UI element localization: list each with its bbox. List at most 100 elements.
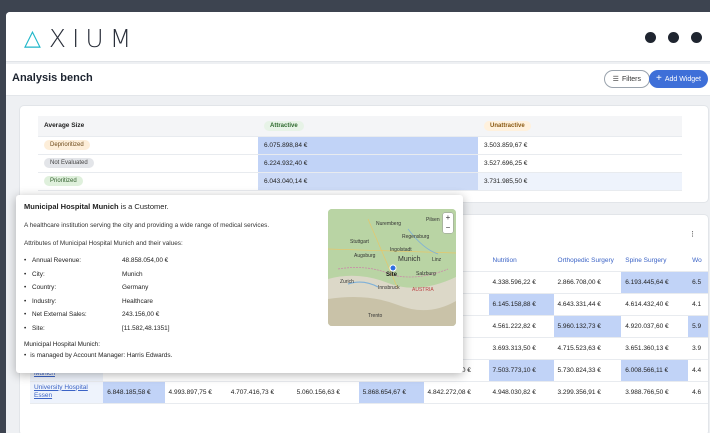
attribute-key: City: bbox=[32, 270, 45, 278]
filter-lines-icon: ☰ bbox=[612, 76, 619, 83]
map-zoom-control: + − bbox=[443, 213, 453, 233]
managed-by-text: is managed by Account Manager: Harris Ed… bbox=[30, 352, 173, 359]
table-cell[interactable]: 3.651.360,13 € bbox=[621, 337, 689, 360]
add-widget-button[interactable]: + Add Widget bbox=[648, 70, 708, 88]
table-cell[interactable]: 4.842.272,08 € bbox=[423, 381, 489, 404]
attribute-value: Munich bbox=[122, 270, 143, 278]
map-label: Nuremberg bbox=[376, 221, 402, 227]
average-size-widget: Average Size Attractive Unattractive Dep… bbox=[20, 106, 708, 202]
table-cell[interactable]: 7.503.773,10 € bbox=[488, 359, 554, 382]
map-label: Regensburg bbox=[402, 234, 430, 240]
dot bbox=[645, 32, 656, 43]
attribute-value: 243.156,00 € bbox=[122, 311, 160, 319]
table-cell[interactable]: 6.848.185,58 € bbox=[103, 381, 165, 404]
attractive-badge: Attractive bbox=[264, 120, 304, 131]
map-label: Linz bbox=[432, 257, 442, 263]
top-bar: △ XIUM bbox=[6, 12, 710, 62]
table-cell[interactable]: 6.145.158,88 € bbox=[488, 293, 554, 316]
map-label: Pilsen bbox=[426, 217, 440, 223]
table-cell[interactable]: 4.6 bbox=[688, 381, 708, 404]
dot bbox=[668, 32, 679, 43]
column-header[interactable]: Orthopedic Surgery bbox=[553, 251, 622, 272]
table-cell[interactable]: 3.988.766,50 € bbox=[621, 381, 689, 404]
table-cell[interactable]: 4.715.523,63 € bbox=[553, 337, 622, 360]
map-label: Innsbruck bbox=[378, 285, 400, 291]
widget-menu-icon[interactable]: ⁝ bbox=[691, 229, 694, 240]
table-cell[interactable]: 4.614.432,40 € bbox=[621, 293, 689, 316]
logo-text: XIUM bbox=[48, 24, 138, 53]
app-logo[interactable]: △ XIUM bbox=[24, 24, 137, 53]
table-cell[interactable]: 6.193.445,64 € bbox=[621, 271, 689, 294]
column-header[interactable]: Nutrition bbox=[488, 251, 554, 272]
table-cell[interactable]: 6.008.566,11 € bbox=[621, 359, 689, 382]
attribute-value: Germany bbox=[122, 284, 149, 292]
site-marker-label: Site bbox=[386, 272, 398, 278]
more-menu-dots-icon[interactable] bbox=[645, 32, 702, 43]
table-cell[interactable]: 3.503.859,67 € bbox=[478, 136, 682, 155]
row-label: Deprioritized bbox=[38, 136, 258, 155]
table-cell[interactable]: 4.643.331,44 € bbox=[553, 293, 622, 316]
plus-icon: + bbox=[655, 73, 662, 84]
attribute-key: Country: bbox=[32, 284, 57, 292]
table-cell[interactable]: 4.948.030,82 € bbox=[488, 381, 554, 404]
column-header: Attractive bbox=[258, 116, 478, 137]
table-cell[interactable]: 6.224.932,40 € bbox=[258, 154, 478, 173]
zoom-out-button[interactable]: − bbox=[443, 223, 453, 233]
map-label: Zurich bbox=[340, 279, 354, 285]
add-widget-label: Add Widget bbox=[664, 75, 701, 83]
site-marker-icon[interactable] bbox=[389, 264, 397, 272]
table-cell[interactable]: 4.4 bbox=[688, 359, 708, 382]
table-header-row: Average Size Attractive Unattractive bbox=[38, 116, 682, 137]
row-link-university-hospital-essen[interactable]: University Hospital Essen bbox=[30, 381, 104, 404]
attribute-value: Healthcare bbox=[122, 297, 153, 305]
zoom-in-button[interactable]: + bbox=[443, 213, 453, 223]
page-title: Analysis bench bbox=[12, 72, 93, 84]
unattractive-badge: Unattractive bbox=[484, 120, 531, 131]
attribute-value: 48.858.054,00 € bbox=[122, 257, 169, 265]
filters-button[interactable]: ☰ Filters bbox=[603, 70, 650, 88]
column-header[interactable]: Wo bbox=[688, 251, 708, 272]
table-cell[interactable]: 4.707.416,73 € bbox=[226, 381, 293, 404]
table-row: Deprioritized 6.075.898,84 € 3.503.859,6… bbox=[38, 136, 682, 155]
table-cell[interactable]: 4.993.897,75 € bbox=[164, 381, 227, 404]
table-cell[interactable]: 6.043.040,14 € bbox=[258, 172, 478, 191]
table-cell[interactable]: 3.731.985,50 € bbox=[478, 172, 682, 191]
table-cell[interactable]: 5.730.824,33 € bbox=[553, 359, 622, 382]
table-cell[interactable]: 3.9 bbox=[688, 337, 708, 360]
table-cell[interactable]: 5.060.156,63 € bbox=[292, 381, 359, 404]
bench-header: Analysis bench ☰ Filters + Add Widget bbox=[6, 64, 710, 96]
table-cell[interactable]: 4.561.222,82 € bbox=[488, 315, 554, 338]
table-cell[interactable]: 4.920.037,60 € bbox=[621, 315, 689, 338]
table-cell[interactable]: 3.693.313,50 € bbox=[488, 337, 554, 360]
table-cell[interactable]: 3.299.356,91 € bbox=[553, 381, 622, 404]
filters-label: Filters bbox=[621, 75, 641, 83]
attribute-key: Annual Revenue: bbox=[32, 257, 82, 265]
column-header: Unattractive bbox=[478, 116, 682, 137]
table-cell[interactable]: 4.338.596,22 € bbox=[488, 271, 554, 294]
map-label: Munich bbox=[398, 256, 421, 263]
managed-intro: Municipal Hospital Munich: bbox=[24, 341, 101, 348]
table-cell[interactable]: 5.960.132,73 € bbox=[553, 315, 622, 338]
table-row: Not Evaluated 6.224.932,40 € 3.527.696,2… bbox=[38, 154, 682, 173]
deprioritized-badge: Deprioritized bbox=[44, 140, 90, 150]
column-header[interactable]: Spine Surgery bbox=[621, 251, 689, 272]
table-cell[interactable]: 5.868.654,67 € bbox=[358, 381, 424, 404]
map-label: Ingolstadt bbox=[390, 247, 412, 253]
map-label: Salzburg bbox=[416, 271, 436, 277]
map-label: Trento bbox=[368, 313, 383, 319]
table-row: University Hospital Essen 6.848.185,58 €… bbox=[30, 381, 708, 404]
table-cell[interactable]: 2.866.708,00 € bbox=[553, 271, 622, 294]
table-cell[interactable]: 6.075.898,84 € bbox=[258, 136, 478, 155]
entity-type-text: is a Customer. bbox=[118, 202, 169, 211]
entity-name: Municipal Hospital Munich bbox=[24, 202, 119, 211]
table-cell[interactable]: 5.9 bbox=[688, 315, 708, 338]
table-cell[interactable]: 6.5 bbox=[688, 271, 708, 294]
location-map[interactable]: + − Nuremberg Regensburg Stuttgart Ingol… bbox=[328, 209, 456, 326]
logo-triangle-icon: △ bbox=[24, 26, 47, 51]
map-label: Stuttgart bbox=[350, 239, 369, 245]
column-header: Average Size bbox=[38, 116, 258, 137]
table-cell[interactable]: 4.1 bbox=[688, 293, 708, 316]
table-cell[interactable]: 3.527.696,25 € bbox=[478, 154, 682, 173]
attribute-value: [11.582,48.1351] bbox=[122, 324, 170, 332]
prioritized-badge: Prioritized bbox=[44, 176, 83, 186]
